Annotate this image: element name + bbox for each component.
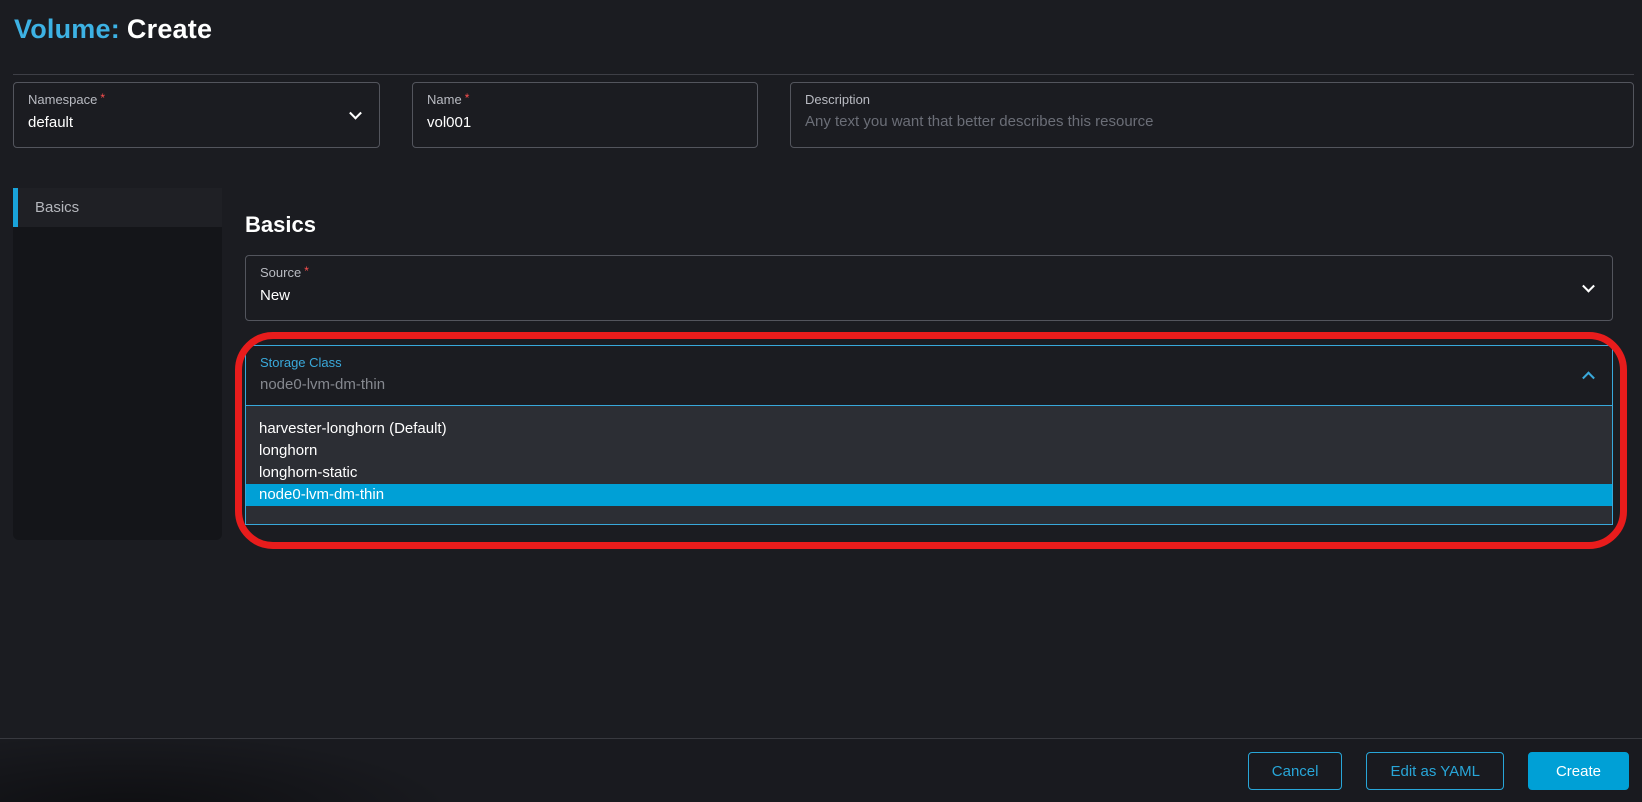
- required-asterisk: *: [465, 91, 470, 105]
- storage-class-option[interactable]: harvester-longhorn (Default): [246, 418, 1612, 440]
- storage-class-label: Storage Class: [260, 355, 1598, 370]
- storage-class-option-selected[interactable]: node0-lvm-dm-thin: [246, 484, 1612, 506]
- storage-class-select[interactable]: Storage Class node0-lvm-dm-thin: [245, 345, 1613, 406]
- storage-class-group: Storage Class node0-lvm-dm-thin harveste…: [245, 345, 1613, 525]
- title-divider: [13, 74, 1634, 75]
- panel-heading: Basics: [245, 212, 1613, 238]
- cancel-button[interactable]: Cancel: [1248, 752, 1343, 790]
- edit-as-yaml-button[interactable]: Edit as YAML: [1366, 752, 1504, 790]
- create-button[interactable]: Create: [1528, 752, 1629, 790]
- source-value: New: [260, 287, 1598, 305]
- description-field[interactable]: Description: [790, 82, 1634, 148]
- tab-basics[interactable]: Basics: [13, 188, 222, 227]
- storage-class-value: node0-lvm-dm-thin: [260, 376, 1598, 394]
- footer-actions: Cancel Edit as YAML Create: [1248, 752, 1629, 790]
- page-title-action: Create: [127, 14, 212, 44]
- storage-class-option[interactable]: longhorn: [246, 440, 1612, 462]
- source-label: Source*: [260, 265, 1598, 281]
- source-select[interactable]: Source* New: [245, 255, 1613, 321]
- name-input[interactable]: [427, 114, 743, 132]
- tab-basics-label: Basics: [35, 199, 79, 216]
- section-tab-sidebar: Basics: [13, 188, 222, 540]
- tab-sidebar-panel: [13, 227, 222, 540]
- description-label: Description: [805, 92, 1619, 107]
- meta-fields-row: Namespace* default Name* Description: [13, 82, 1634, 148]
- page-title-resource: Volume:: [14, 14, 120, 44]
- basics-panel: Basics Source* New Storage Class node0-l…: [245, 212, 1613, 525]
- namespace-select[interactable]: Namespace* default: [13, 82, 380, 148]
- name-label: Name*: [427, 92, 743, 108]
- namespace-label: Namespace*: [28, 92, 365, 108]
- volume-create-page: Volume:Create Namespace* default Name* D…: [0, 0, 1642, 802]
- namespace-value: default: [28, 114, 365, 132]
- storage-class-option[interactable]: longhorn-static: [246, 462, 1612, 484]
- required-asterisk: *: [304, 264, 309, 278]
- description-input[interactable]: [805, 113, 1619, 131]
- storage-class-dropdown: harvester-longhorn (Default)longhornlong…: [245, 406, 1613, 525]
- page-title: Volume:Create: [14, 14, 212, 45]
- name-field[interactable]: Name*: [412, 82, 758, 148]
- required-asterisk: *: [100, 91, 105, 105]
